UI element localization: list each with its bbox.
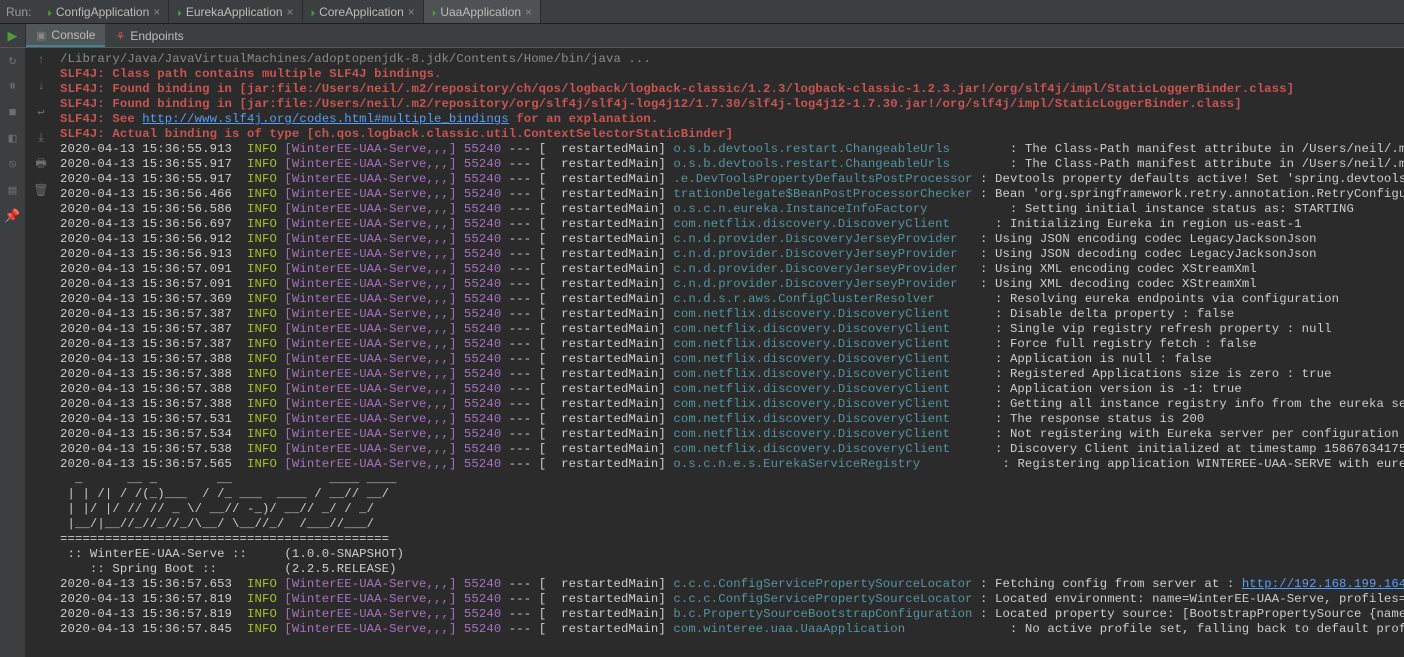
- close-icon[interactable]: ×: [153, 5, 160, 19]
- stop-button[interactable]: ■: [5, 104, 21, 120]
- run-tab-CoreApplication[interactable]: CoreApplication ×: [303, 0, 424, 23]
- run-icon: [47, 5, 52, 19]
- run-label: Run:: [0, 5, 39, 19]
- rerun-button[interactable]: ↻: [5, 52, 21, 68]
- tab-endpoints[interactable]: Endpoints: [105, 24, 193, 47]
- rerun-icon[interactable]: ▶: [5, 28, 21, 44]
- console-icon: [36, 28, 46, 42]
- close-icon[interactable]: ×: [525, 5, 532, 19]
- sub-tab-label: Console: [51, 28, 95, 42]
- endpoints-icon: [115, 29, 125, 43]
- run-icon: [177, 5, 182, 19]
- layout-icon[interactable]: ▤: [5, 182, 21, 198]
- sub-tab-label: Endpoints: [130, 29, 183, 43]
- run-gutter: ↻ ⏸ ■ ◧ ⎋ ▤ 📌: [0, 48, 26, 657]
- run-tab-label: EurekaApplication: [186, 5, 283, 19]
- run-tab-label: CoreApplication: [319, 5, 404, 19]
- run-tab-label: UaaApplication: [440, 5, 521, 19]
- run-icon: [432, 5, 437, 19]
- run-config-bar: Run: ConfigApplication×EurekaApplication…: [0, 0, 1404, 24]
- console-output[interactable]: /Library/Java/JavaVirtualMachines/adopto…: [56, 48, 1404, 657]
- pause-button[interactable]: ⏸: [5, 78, 21, 94]
- tool-sub-bar: ▶ Console Endpoints: [0, 24, 1404, 48]
- console-gutter: ↑ ↓ ↩ ⤓ 🖶 🗑: [26, 48, 56, 657]
- run-tab-UaaApplication[interactable]: UaaApplication ×: [424, 0, 541, 23]
- slf4j-link[interactable]: http://www.slf4j.org/codes.html#multiple…: [142, 112, 509, 126]
- config-server-link[interactable]: http://192.168.199.164:8888/: [1242, 577, 1404, 591]
- run-tab-ConfigApplication[interactable]: ConfigApplication ×: [39, 0, 169, 23]
- run-tab-label: ConfigApplication: [56, 5, 149, 19]
- run-tabs: ConfigApplication×EurekaApplication×Core…: [39, 0, 541, 23]
- close-icon[interactable]: ×: [287, 5, 294, 19]
- print-icon[interactable]: 🖶: [33, 156, 49, 172]
- tab-console[interactable]: Console: [26, 24, 105, 47]
- fold-up-icon[interactable]: ↑: [33, 52, 49, 68]
- exit-icon[interactable]: ⎋: [5, 156, 21, 172]
- run-icon: [311, 5, 316, 19]
- close-icon[interactable]: ×: [408, 5, 415, 19]
- fold-down-icon[interactable]: ↓: [33, 78, 49, 94]
- run-tab-EurekaApplication[interactable]: EurekaApplication ×: [169, 0, 302, 23]
- scroll-end-icon[interactable]: ⤓: [33, 130, 49, 146]
- camera-icon[interactable]: ◧: [5, 130, 21, 146]
- clear-icon[interactable]: 🗑: [33, 182, 49, 198]
- pin-icon[interactable]: 📌: [5, 208, 21, 224]
- wrap-icon[interactable]: ↩: [33, 104, 49, 120]
